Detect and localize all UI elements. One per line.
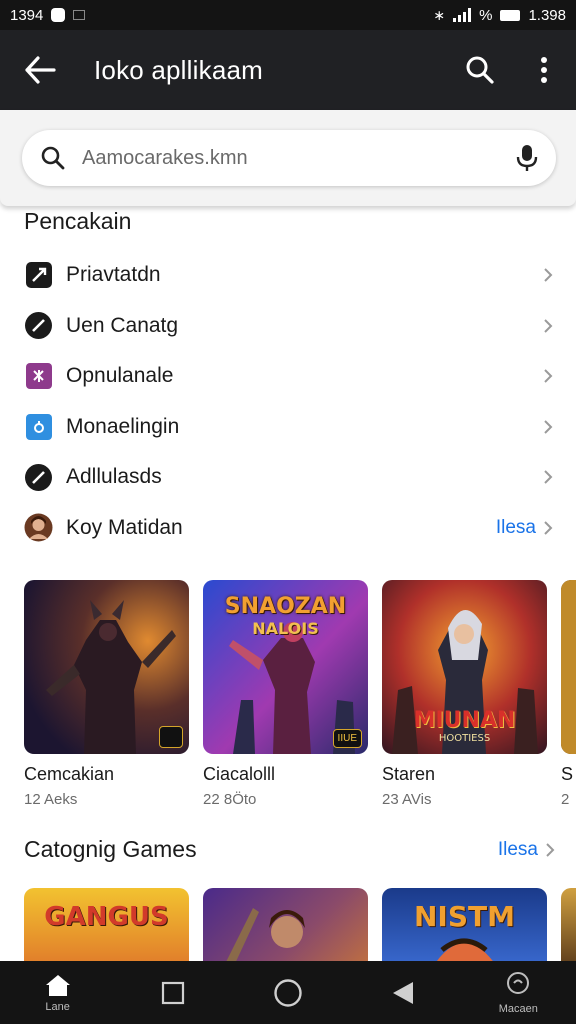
game-card[interactable] (561, 888, 576, 968)
game-subtitle: 23 AVis (382, 791, 432, 808)
game-badge-label: IIUE (332, 729, 362, 748)
section-header: Catognig Games Ilesa (24, 836, 556, 863)
game-subtitle: 22 8Öto (203, 791, 257, 808)
app-bar: Ioko apllikaam (0, 30, 576, 110)
list-item-label: Monaelingin (66, 414, 180, 438)
circle-icon (274, 978, 302, 1007)
list-item[interactable]: Priavtatdn (0, 250, 576, 301)
search-icon (41, 146, 65, 170)
game-thumbnail: SNAOZAN NALOIS IIUE (203, 580, 368, 754)
game-cards-row: Cemcakian 12 Aeks SNAOZAN NALOIS IIUE Ci… (24, 580, 576, 808)
overflow-menu-button[interactable] (512, 30, 576, 110)
status-bar: 1394 ∗ % 1.398 (0, 0, 576, 30)
game-subtitle: 2 (561, 791, 570, 808)
game-title: S (561, 764, 574, 784)
nav-search-button[interactable]: Macaen (478, 961, 558, 1024)
signal-icon (453, 8, 472, 22)
game-card[interactable]: SNAOZAN NALOIS IIUE Ciacalolll 22 8Öto (203, 580, 368, 808)
search-bar[interactable] (22, 130, 556, 186)
more-vert-icon (541, 57, 547, 83)
section-title: Catognig Games (24, 836, 197, 862)
section-title: Pencakain (24, 208, 132, 234)
game-card[interactable]: Cemcakian 12 Aeks (24, 580, 189, 808)
list-item[interactable]: Koy Matidan Ilesa (0, 503, 576, 554)
game-card[interactable]: MIUNAN HOOTIESS Staren 23 AVis (382, 580, 547, 808)
chevron-right-icon (542, 469, 554, 485)
game-card[interactable]: NISTM (382, 888, 547, 968)
list-item[interactable]: Opnulanale (0, 351, 576, 402)
bluetooth-icon: ∗ (433, 6, 446, 23)
back-button[interactable] (0, 30, 80, 110)
nav-search-label: Macaen (498, 1002, 538, 1015)
game-thumbnail: MIUNAN HOOTIESS (382, 580, 547, 754)
battery-text: 1.398 (528, 6, 566, 24)
chevron-right-icon (542, 419, 554, 435)
wifi-percent-icon: % (479, 6, 493, 24)
game-title: Ciacalolll (203, 764, 276, 784)
more-link[interactable]: Ilesa (496, 517, 536, 539)
game-card[interactable]: GANGUS (24, 888, 189, 968)
game-subtitle: 12 Aeks (24, 791, 78, 808)
game-badge (159, 726, 183, 748)
nav-home-button[interactable]: Lane (18, 961, 98, 1024)
nav-recents-button[interactable] (133, 961, 213, 1024)
list-item[interactable]: Monaelingin (0, 402, 576, 453)
puzzle-icon (24, 362, 53, 391)
game-logo-title: SNAOZAN (224, 594, 347, 619)
chevron-right-icon (542, 368, 554, 384)
list-item-label: Uen Canatg (66, 313, 179, 337)
nav-back-button[interactable] (363, 961, 443, 1024)
nav-home-label: Lane (45, 1000, 70, 1013)
chevron-right-icon (542, 318, 554, 334)
list-item[interactable]: Uen Canatg (0, 301, 576, 352)
link-icon (24, 412, 53, 441)
search-input[interactable] (82, 146, 516, 170)
chevron-right-icon (542, 267, 554, 283)
search-icon (466, 56, 494, 84)
list-item-label: Adllulasds (66, 465, 162, 489)
game-logo-title: GANGUS (44, 902, 169, 932)
search-button[interactable] (448, 30, 512, 110)
slash-icon (24, 261, 53, 290)
slash-circle-icon (24, 463, 53, 492)
game-title: Staren (382, 764, 436, 784)
list-item-label: Opnulanale (66, 364, 174, 388)
game-logo-subtitle: NALOIS (252, 619, 319, 638)
image-notification-icon (73, 10, 86, 20)
category-list: Priavtatdn Uen Canatg Opnulanale Monaeli… (0, 250, 576, 553)
chevron-right-icon (542, 520, 554, 536)
more-link[interactable]: Ilesa (498, 839, 538, 861)
square-icon (161, 981, 184, 1004)
nav-home-circle-button[interactable] (248, 961, 328, 1024)
list-item[interactable]: Adllulasds (0, 452, 576, 503)
search-icon (507, 971, 530, 994)
game-thumbnail (561, 580, 576, 754)
system-nav-bar: Lane Macaen (0, 961, 576, 1024)
game-logo-subtitle: HOOTIESS (438, 733, 491, 744)
home-icon (45, 974, 70, 996)
slash-circle-icon (24, 311, 53, 340)
status-time: 1394 (10, 6, 44, 24)
game-thumbnail (24, 580, 189, 754)
search-region (0, 110, 576, 206)
microphone-icon[interactable] (516, 143, 538, 173)
app-title: Ioko apllikaam (94, 54, 263, 85)
triangle-back-icon (393, 981, 414, 1004)
battery-icon (500, 9, 521, 21)
app-screen: 1394 ∗ % 1.398 Ioko apllikaam Aamocarake… (0, 0, 576, 1024)
notification-icon (51, 8, 66, 22)
chevron-right-icon (544, 842, 556, 858)
game-card[interactable] (203, 888, 368, 968)
list-item-label: Priavtatdn (66, 263, 161, 287)
avatar-icon (24, 513, 53, 542)
list-item-label: Koy Matidan (66, 515, 183, 539)
arrow-left-icon (25, 56, 56, 84)
game-cards-row: GANGUS NISTM (24, 888, 576, 968)
game-card[interactable]: S 2 (561, 580, 576, 808)
game-logo-title: MIUNAN (413, 708, 516, 733)
game-title: Cemcakian (24, 764, 115, 784)
